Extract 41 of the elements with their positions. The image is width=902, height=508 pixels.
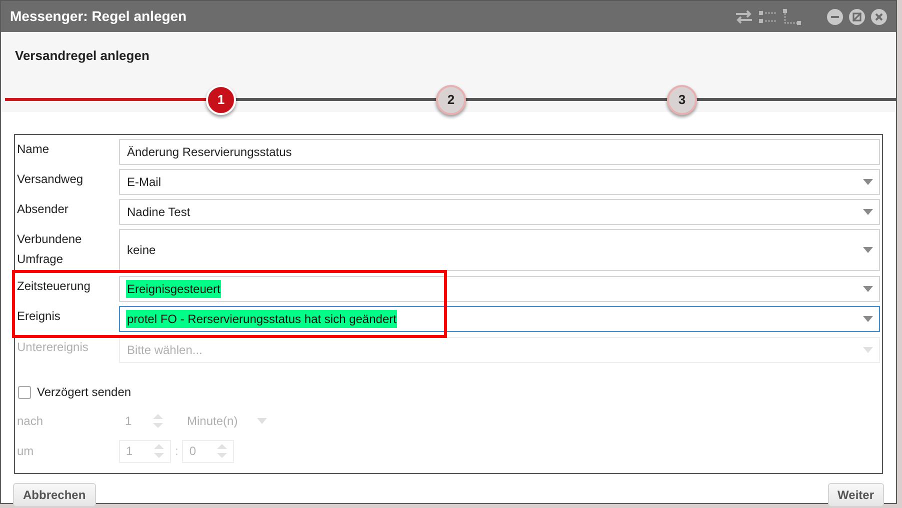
input-field[interactable]: Änderung Reservierungsstatus (119, 139, 880, 165)
minimize-icon[interactable] (827, 8, 843, 24)
checkbox[interactable] (18, 386, 31, 398)
field-label: Name (17, 141, 50, 158)
checkbox-label: Verzögert senden (37, 384, 132, 401)
caret-icon (863, 316, 873, 322)
field-label: Unterereignis (17, 339, 90, 356)
restore-icon[interactable] (849, 8, 865, 24)
select-field[interactable]: protel FO - Rerservierungsstatus hat sich geändert (119, 306, 880, 332)
select-field[interactable]: Ereignisgesteuert (119, 276, 880, 302)
cancel-button[interactable]: Abbrechen (13, 483, 96, 507)
field-label: nach (16, 413, 44, 430)
step-tab[interactable]: 3 (667, 85, 697, 115)
time-separator: : (174, 443, 180, 460)
dialog-heading: Versandregel anlegen (15, 48, 150, 63)
field-label: Versandweg (17, 171, 84, 188)
caret-icon (257, 418, 267, 424)
select-field[interactable]: keine (119, 229, 880, 271)
field-label: um (16, 443, 35, 460)
step-tab[interactable]: 1 (206, 85, 236, 115)
caret-icon (863, 347, 873, 353)
spinner-icon (154, 444, 164, 458)
caret-icon (863, 209, 873, 215)
step-tab[interactable]: 2 (436, 85, 466, 115)
tree-icon[interactable] (783, 8, 801, 24)
spinner-icon (217, 444, 228, 458)
field-label: Zeitsteuerung (17, 278, 92, 295)
caret-icon (863, 247, 873, 253)
next-button[interactable]: Weiter (828, 483, 884, 507)
field-label: Absender (17, 201, 70, 218)
caret-icon (863, 179, 873, 185)
close-icon[interactable] (871, 8, 887, 24)
field-label: Verbundene Umfrage (17, 231, 83, 268)
list-icon[interactable] (759, 10, 777, 24)
caret-icon (863, 286, 873, 292)
swap-arrows-icon[interactable] (735, 10, 753, 24)
spinner-icon (153, 414, 163, 428)
select-field[interactable]: E-Mail (119, 169, 880, 195)
field-label: Ereignis (17, 308, 62, 325)
select-field[interactable]: Nadine Test (119, 199, 880, 225)
window-title: Messenger: Regel anlegen (10, 7, 187, 26)
